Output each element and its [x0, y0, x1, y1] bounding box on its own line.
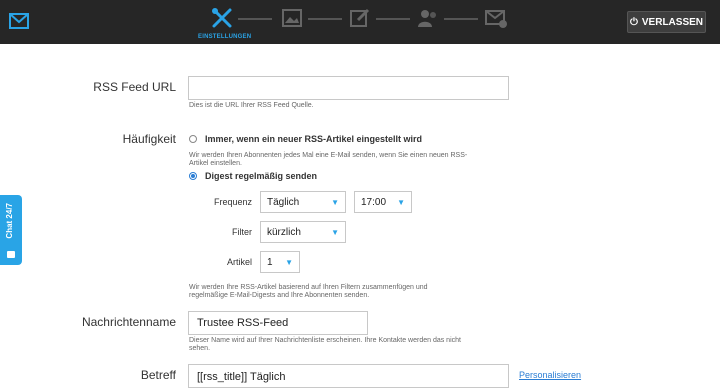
top-bar: EINSTELLUNGEN ⏻ VERLASSEN — [0, 0, 720, 44]
radio-immediate-help-2: Artikel einstellen. — [189, 160, 242, 167]
chat-bubble-icon — [7, 251, 15, 258]
digest-time-select[interactable]: 17:00 ▼ — [354, 191, 412, 213]
rss-url-label: RSS Feed URL — [93, 80, 176, 94]
digest-frequency-value: Täglich — [267, 196, 300, 208]
rss-url-input[interactable] — [188, 76, 509, 100]
subject-input[interactable]: [[rss_title]] Täglich — [188, 364, 509, 388]
rss-url-help: Dies ist die URL Ihrer RSS Feed Quelle. — [189, 102, 314, 109]
step-connector — [238, 18, 272, 20]
chevron-down-icon: ▼ — [331, 227, 339, 237]
digest-help-2: regelmäßige E-Mail-Digests and Ihre Abon… — [189, 292, 370, 299]
radio-immediate-label: Immer, wenn ein neuer RSS-Artikel einges… — [205, 134, 423, 144]
digest-filter-value: kürzlich — [267, 226, 301, 238]
digest-articles-value: 1 — [267, 256, 273, 268]
exit-button[interactable]: ⏻ VERLASSEN — [627, 11, 706, 33]
message-name-help-2: sehen. — [189, 345, 211, 352]
digest-time-value: 17:00 — [361, 196, 387, 208]
edit-icon[interactable] — [348, 6, 372, 30]
active-step-label: EINSTELLUNGEN — [198, 34, 252, 40]
radio-digest[interactable]: Digest regelmäßig senden — [189, 171, 317, 181]
chat-label: Chat 24/7 — [5, 203, 14, 239]
subject-label: Betreff — [140, 368, 176, 382]
contacts-icon[interactable] — [416, 6, 440, 30]
settings-tools-icon[interactable] — [210, 6, 234, 30]
digest-articles-label: Artikel — [226, 257, 252, 267]
radio-immediate[interactable]: Immer, wenn ein neuer RSS-Artikel einges… — [189, 134, 422, 144]
radio-immediate-control[interactable] — [189, 135, 197, 143]
step-connector — [376, 18, 410, 20]
digest-frequency-label: Frequenz — [213, 197, 252, 207]
digest-frequency-select[interactable]: Täglich ▼ — [260, 191, 346, 213]
digest-filter-label: Filter — [232, 227, 252, 237]
power-icon: ⏻ — [629, 16, 638, 28]
chevron-down-icon: ▼ — [331, 197, 339, 207]
step-connector — [444, 18, 478, 20]
logo-icon[interactable] — [8, 12, 30, 30]
digest-filter-select[interactable]: kürzlich ▼ — [260, 221, 346, 243]
frequency-label: Häufigkeit — [122, 132, 176, 146]
chevron-down-icon: ▼ — [285, 257, 293, 267]
chat-tab[interactable]: Chat 24/7 — [0, 195, 22, 265]
exit-button-label: VERLASSEN — [641, 16, 704, 28]
message-name-help-1: Dieser Name wird auf Ihrer Nachrichtenli… — [189, 337, 461, 344]
image-icon[interactable] — [280, 6, 304, 30]
radio-digest-control[interactable] — [189, 172, 197, 180]
chevron-down-icon: ▼ — [397, 197, 405, 207]
step-connector — [308, 18, 342, 20]
wizard-steps: EINSTELLUNGEN — [196, 4, 526, 40]
message-name-input[interactable]: Trustee RSS-Feed — [188, 311, 368, 335]
mail-check-icon[interactable] — [484, 6, 508, 30]
message-name-label: Nachrichtenname — [81, 315, 176, 329]
digest-articles-select[interactable]: 1 ▼ — [260, 251, 300, 273]
radio-digest-label: Digest regelmäßig senden — [205, 171, 318, 181]
personalize-link[interactable]: Personalisieren — [519, 370, 581, 380]
